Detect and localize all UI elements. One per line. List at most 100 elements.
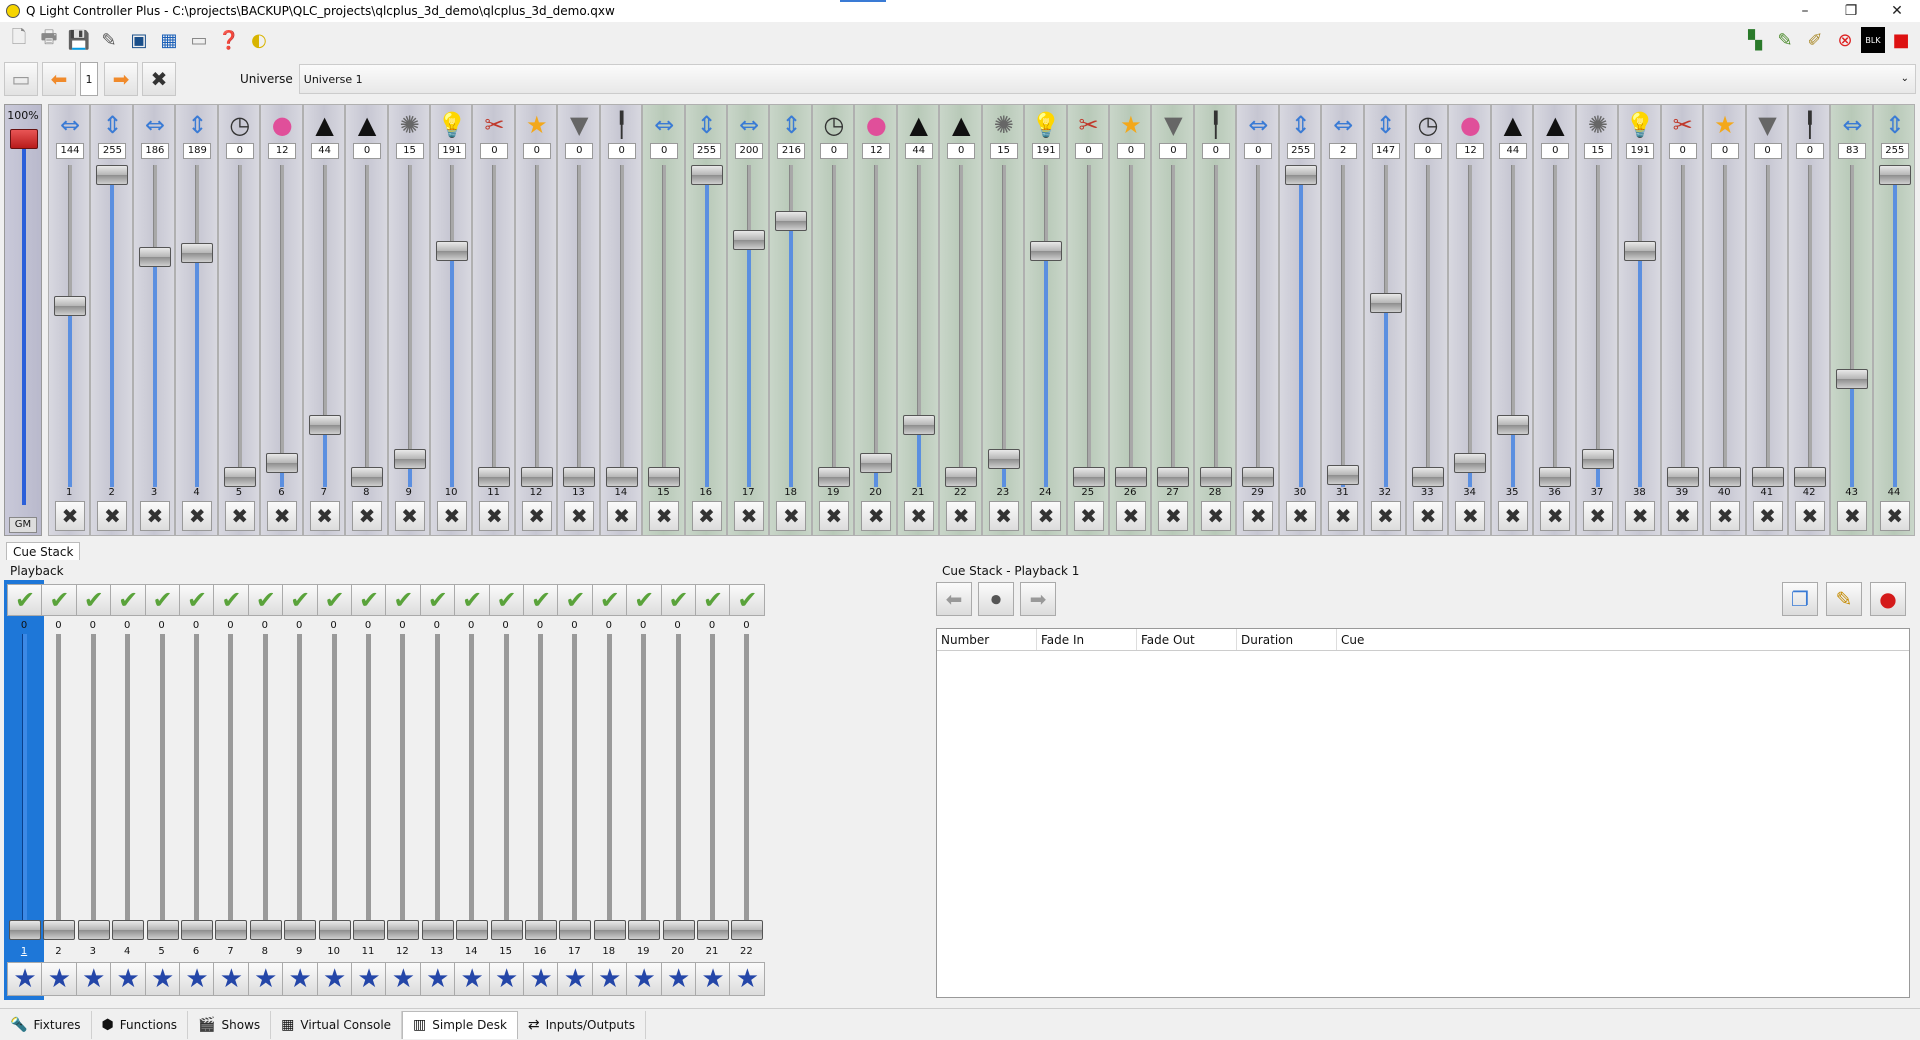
playback-fader-handle[interactable]	[490, 920, 523, 940]
playback-fader-handle[interactable]	[318, 920, 351, 940]
channel-reset-button[interactable]: ✖	[1073, 501, 1104, 531]
channel-fader-handle[interactable]	[1030, 240, 1063, 261]
channel-value[interactable]: 12	[862, 143, 891, 159]
channel-fader-handle[interactable]	[775, 211, 808, 232]
channel-fader-handle[interactable]	[1327, 464, 1360, 485]
channel-fader-handle[interactable]	[308, 414, 341, 435]
channel-value[interactable]: 144	[56, 143, 84, 159]
channel-value[interactable]: 255	[1286, 143, 1315, 159]
playback-select-button[interactable]: ✔	[729, 584, 766, 616]
blackout-icon[interactable]: BLK	[1861, 27, 1885, 53]
channel-fader-handle[interactable]	[1496, 414, 1529, 435]
channel-reset-button[interactable]: ✖	[1582, 501, 1613, 531]
channel-reset-button[interactable]: ✖	[182, 501, 213, 531]
channel-reset-button[interactable]: ✖	[1455, 501, 1486, 531]
channel-value[interactable]: 255	[98, 143, 127, 159]
channel-reset-button[interactable]: ✖	[97, 501, 128, 531]
channel-value[interactable]: 0	[1116, 143, 1145, 159]
channel-reset-button[interactable]: ✖	[139, 501, 170, 531]
new-file-icon[interactable]: 🗋	[5, 26, 33, 54]
channel-fader-handle[interactable]	[1581, 449, 1614, 470]
channel-fader-handle[interactable]	[1709, 467, 1742, 487]
monitor-icon[interactable]: ▣	[125, 26, 153, 54]
channel-value[interactable]: 0	[947, 143, 976, 159]
record-cue-button[interactable]: ●	[1870, 582, 1906, 616]
channel-reset-button[interactable]: ✖	[734, 501, 764, 531]
channel-value[interactable]: 0	[1074, 143, 1103, 159]
channel-fader-handle[interactable]	[1878, 165, 1911, 185]
playback-fader-handle[interactable]	[215, 920, 248, 940]
channel-value[interactable]: 0	[1159, 143, 1188, 159]
channel-fader-handle[interactable]	[435, 240, 468, 261]
channel-reset-button[interactable]: ✖	[1328, 501, 1359, 531]
playback-fader-handle[interactable]	[421, 920, 454, 940]
channel-reset-button[interactable]: ✖	[55, 501, 85, 531]
playback-fader-handle[interactable]	[559, 920, 592, 940]
channel-reset-button[interactable]: ✖	[818, 501, 849, 531]
channel-value[interactable]: 191	[1626, 143, 1655, 159]
previous-cue-button[interactable]: ⬅	[936, 582, 972, 616]
playback-fader-handle[interactable]	[628, 920, 661, 940]
reset-page-button[interactable]: ✖	[142, 62, 176, 96]
channel-fader-handle[interactable]	[733, 230, 765, 251]
channel-value[interactable]: 191	[1032, 143, 1061, 159]
tab-inputs-outputs[interactable]: ⇄ Inputs/Outputs	[518, 1010, 646, 1039]
playback-fader-handle[interactable]	[249, 920, 282, 940]
channel-fader-handle[interactable]	[351, 467, 384, 487]
channel-fader-handle[interactable]	[1114, 467, 1147, 487]
edit-cue-button[interactable]: ✎	[1826, 582, 1862, 616]
channel-reset-button[interactable]: ✖	[1370, 501, 1401, 531]
channel-value[interactable]: 216	[777, 143, 806, 159]
playback-fader-handle[interactable]	[353, 920, 385, 940]
channel-fader-handle[interactable]	[817, 467, 850, 487]
channel-value[interactable]: 0	[607, 143, 636, 159]
channel-value[interactable]: 0	[1753, 143, 1782, 159]
channel-fader-handle[interactable]	[1666, 467, 1699, 487]
tab-simple-desk[interactable]: ▥ Simple Desk	[402, 1010, 518, 1039]
playback-flash-button[interactable]: ★	[729, 962, 766, 996]
playback-fader-handle[interactable]	[284, 920, 317, 940]
channel-fader-handle[interactable]	[54, 296, 86, 317]
channel-value[interactable]: 0	[650, 143, 679, 159]
channel-value[interactable]: 0	[225, 143, 254, 159]
channel-reset-button[interactable]: ✖	[1158, 501, 1189, 531]
channel-value[interactable]: 189	[183, 143, 212, 159]
tab-functions[interactable]: ⬢ Functions	[92, 1010, 189, 1039]
channel-fader-handle[interactable]	[860, 452, 893, 473]
channel-reset-button[interactable]: ✖	[436, 501, 467, 531]
channel-value[interactable]: 186	[140, 143, 169, 159]
design-mode-icon[interactable]: ✎	[1771, 26, 1799, 54]
channel-value[interactable]: 12	[1456, 143, 1485, 159]
channel-fader-handle[interactable]	[1624, 240, 1657, 261]
channel-fader-handle[interactable]	[945, 467, 978, 487]
playback-fader-handle[interactable]	[9, 920, 41, 940]
channel-fader-handle[interactable]	[1199, 467, 1232, 487]
channel-reset-button[interactable]: ✖	[1837, 501, 1868, 531]
minimize-button[interactable]: –	[1782, 0, 1828, 22]
channel-reset-button[interactable]: ✖	[1794, 501, 1825, 531]
channel-fader-handle[interactable]	[478, 467, 511, 487]
help-icon[interactable]: ❓	[215, 26, 243, 54]
channel-reset-button[interactable]: ✖	[521, 501, 552, 531]
channel-value[interactable]: 0	[819, 143, 848, 159]
open-file-icon[interactable]: 🖶	[35, 26, 63, 54]
channel-reset-button[interactable]: ✖	[1710, 501, 1741, 531]
tab-cue-stack[interactable]: Cue Stack	[6, 542, 81, 560]
channel-value[interactable]: 0	[1244, 143, 1273, 159]
column-number[interactable]: Number	[937, 629, 1037, 650]
channel-reset-button[interactable]: ✖	[606, 501, 637, 531]
playback-fader-handle[interactable]	[593, 920, 626, 940]
channel-reset-button[interactable]: ✖	[1540, 501, 1571, 531]
channel-value[interactable]: 44	[310, 143, 339, 159]
channel-value[interactable]: 0	[565, 143, 594, 159]
channel-reset-button[interactable]: ✖	[776, 501, 807, 531]
universe-select[interactable]: Universe 1 ⌄	[298, 64, 1916, 94]
channel-reset-button[interactable]: ✖	[352, 501, 383, 531]
channel-reset-button[interactable]: ✖	[564, 501, 595, 531]
channel-value[interactable]: 200	[735, 143, 763, 159]
channel-reset-button[interactable]: ✖	[1625, 501, 1656, 531]
channel-fader-handle[interactable]	[1751, 467, 1784, 487]
channel-value[interactable]: 0	[1711, 143, 1740, 159]
channel-reset-button[interactable]: ✖	[1413, 501, 1443, 531]
channel-value[interactable]: 44	[1498, 143, 1527, 159]
